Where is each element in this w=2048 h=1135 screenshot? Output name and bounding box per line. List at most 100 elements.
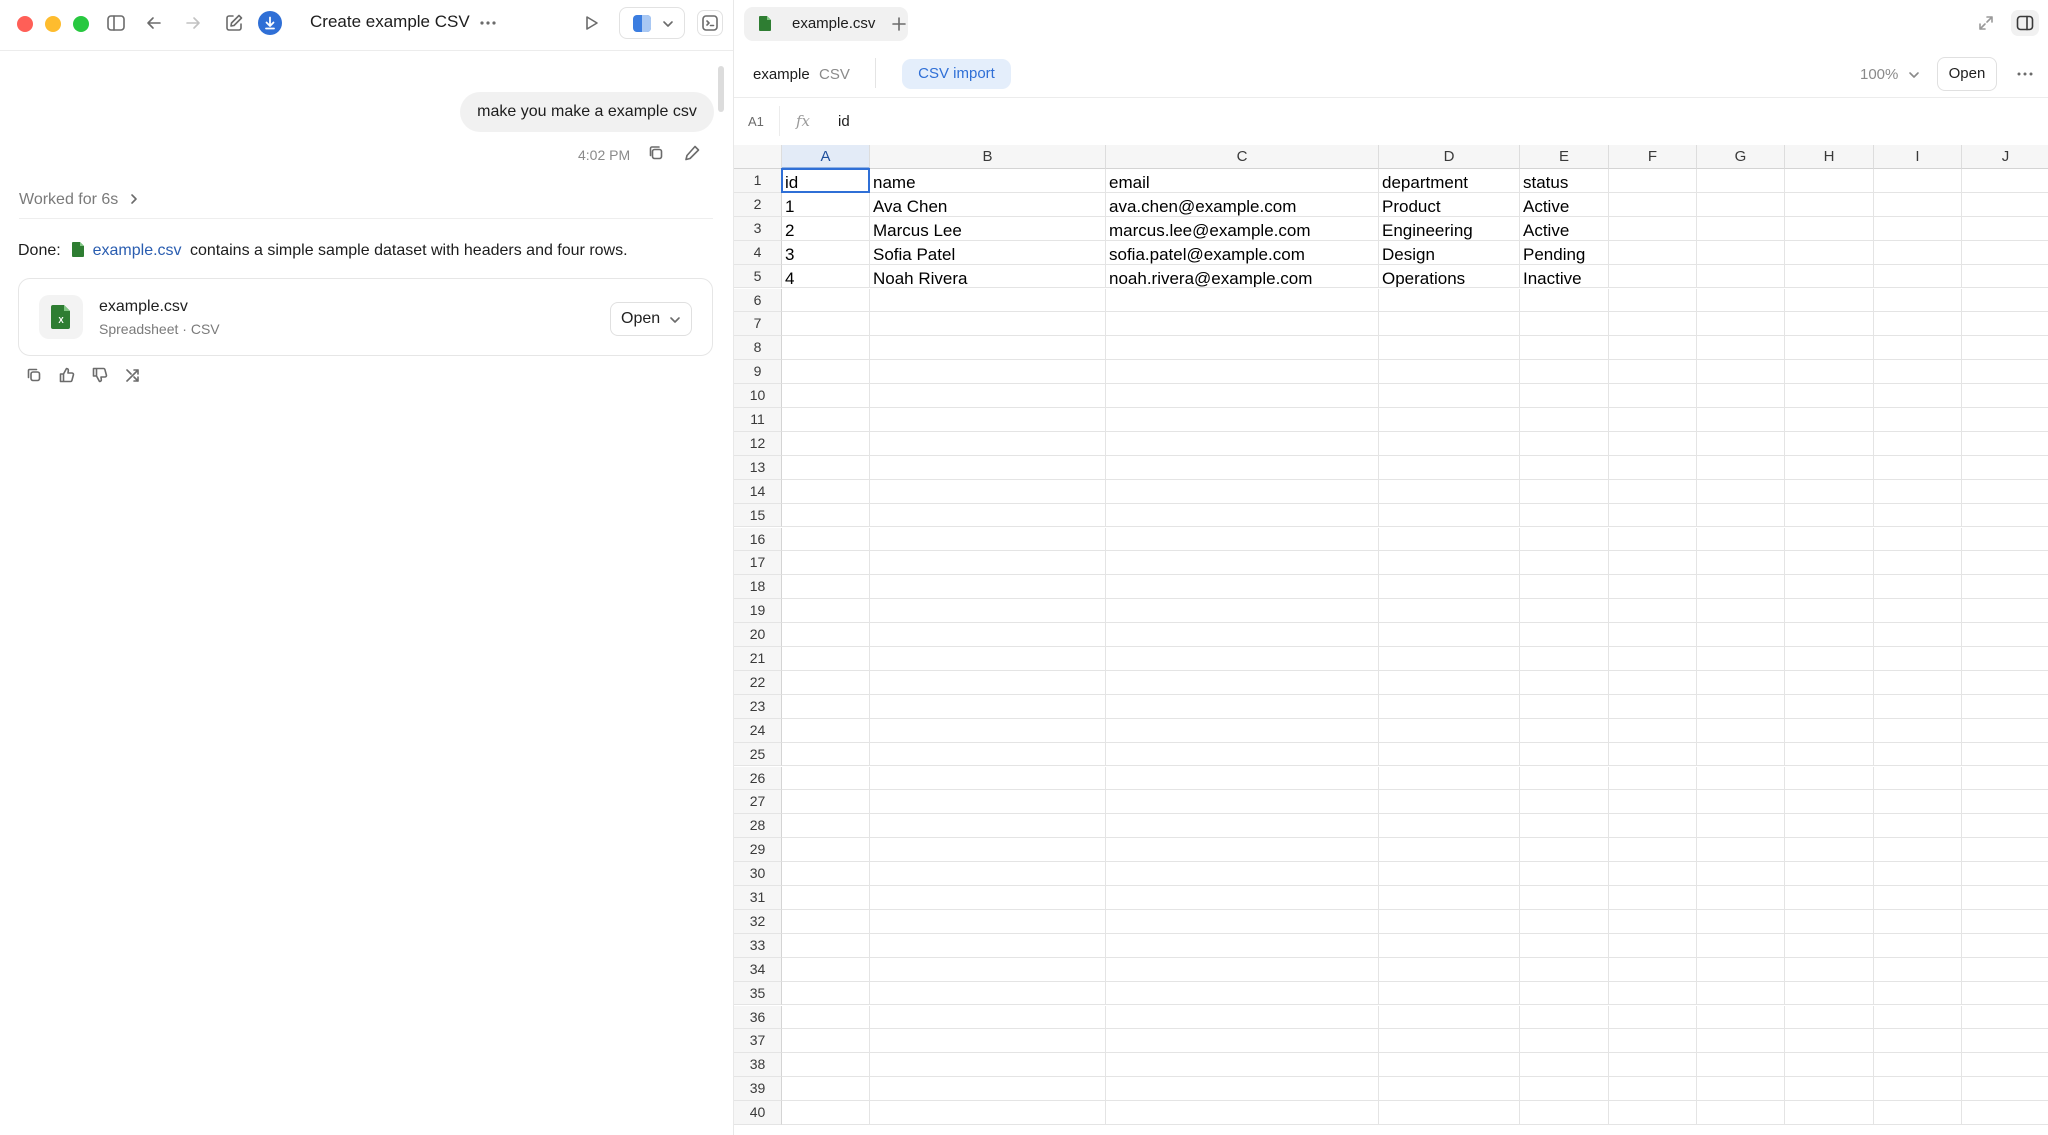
worked-for-toggle[interactable]: Worked for 6s: [19, 191, 139, 209]
cell-i35[interactable]: [1874, 981, 1962, 1006]
cell-g25[interactable]: [1697, 742, 1785, 767]
cell-j11[interactable]: [1962, 408, 2048, 432]
cell-j31[interactable]: [1962, 886, 2048, 910]
cell-i12[interactable]: [1874, 431, 1962, 456]
cell-g19[interactable]: [1697, 599, 1785, 624]
cell-a4[interactable]: 3: [782, 240, 870, 265]
cell-f22[interactable]: [1609, 670, 1697, 695]
cell-a2[interactable]: 1: [782, 192, 870, 217]
cell-g29[interactable]: [1697, 838, 1785, 863]
cell-e7[interactable]: [1520, 312, 1609, 337]
cell-a6[interactable]: [782, 288, 870, 313]
cell-f17[interactable]: [1609, 551, 1697, 576]
cell-a13[interactable]: [782, 455, 870, 480]
cell-c12[interactable]: [1106, 431, 1379, 456]
cell-i7[interactable]: [1874, 312, 1962, 337]
column-header-a[interactable]: A: [782, 145, 870, 169]
sidebar-toggle-icon[interactable]: [105, 12, 127, 34]
maximize-window-button[interactable]: [73, 16, 89, 32]
row-header[interactable]: 24: [734, 718, 782, 743]
cell-j28[interactable]: [1962, 814, 2048, 839]
cell-h13[interactable]: [1785, 455, 1874, 480]
cell-g35[interactable]: [1697, 981, 1785, 1006]
cell-e9[interactable]: [1520, 360, 1609, 385]
cell-b30[interactable]: [870, 862, 1106, 886]
cell-c10[interactable]: [1106, 384, 1379, 408]
cell-a37[interactable]: [782, 1029, 870, 1054]
cell-b10[interactable]: [870, 384, 1106, 408]
row-header[interactable]: 3: [734, 216, 782, 241]
row-header[interactable]: 27: [734, 790, 782, 815]
cell-c24[interactable]: [1106, 718, 1379, 743]
cell-c34[interactable]: [1106, 957, 1379, 982]
cell-i16[interactable]: [1874, 527, 1962, 552]
cell-j23[interactable]: [1962, 695, 2048, 719]
cell-j14[interactable]: [1962, 480, 2048, 504]
cell-j32[interactable]: [1962, 910, 2048, 934]
column-header-i[interactable]: I: [1874, 145, 1962, 169]
cell-c39[interactable]: [1106, 1077, 1379, 1102]
cell-c37[interactable]: [1106, 1029, 1379, 1054]
cell-a3[interactable]: 2: [782, 216, 870, 241]
cell-b36[interactable]: [870, 1005, 1106, 1030]
open-button[interactable]: Open: [1937, 57, 1997, 91]
cell-d34[interactable]: [1379, 957, 1520, 982]
row-header[interactable]: 10: [734, 384, 782, 408]
cell-h24[interactable]: [1785, 718, 1874, 743]
cell-e5[interactable]: Inactive: [1520, 264, 1609, 289]
cell-a38[interactable]: [782, 1053, 870, 1078]
row-header[interactable]: 30: [734, 862, 782, 886]
cell-d35[interactable]: [1379, 981, 1520, 1006]
cell-j15[interactable]: [1962, 504, 2048, 528]
cell-g17[interactable]: [1697, 551, 1785, 576]
cell-f12[interactable]: [1609, 431, 1697, 456]
cell-a27[interactable]: [782, 790, 870, 815]
row-header[interactable]: 39: [734, 1077, 782, 1102]
cell-f39[interactable]: [1609, 1077, 1697, 1102]
cell-g39[interactable]: [1697, 1077, 1785, 1102]
cell-e10[interactable]: [1520, 384, 1609, 408]
cell-j16[interactable]: [1962, 528, 2048, 552]
cell-i17[interactable]: [1874, 551, 1962, 576]
cell-e15[interactable]: [1520, 503, 1609, 528]
row-header[interactable]: 40: [734, 1101, 782, 1125]
cell-c14[interactable]: [1106, 479, 1379, 504]
cell-d8[interactable]: [1379, 336, 1520, 361]
cell-h3[interactable]: [1785, 216, 1874, 241]
cell-i13[interactable]: [1874, 455, 1962, 480]
cell-j30[interactable]: [1962, 862, 2048, 886]
copy-icon[interactable]: [646, 143, 666, 163]
cell-h30[interactable]: [1785, 862, 1874, 886]
chevron-down-icon[interactable]: [1907, 69, 1921, 81]
cell-e35[interactable]: [1520, 981, 1609, 1006]
cell-b3[interactable]: Marcus Lee: [870, 216, 1106, 241]
row-header[interactable]: 35: [734, 981, 782, 1006]
cell-d26[interactable]: [1379, 766, 1520, 791]
cell-c28[interactable]: [1106, 814, 1379, 839]
cell-e27[interactable]: [1520, 790, 1609, 815]
cell-e22[interactable]: [1520, 670, 1609, 695]
cell-j8[interactable]: [1962, 336, 2048, 361]
cell-f6[interactable]: [1609, 288, 1697, 313]
cell-c1[interactable]: email: [1106, 169, 1379, 193]
cell-h29[interactable]: [1785, 838, 1874, 863]
cell-b7[interactable]: [870, 312, 1106, 337]
cell-e37[interactable]: [1520, 1029, 1609, 1054]
cell-d31[interactable]: [1379, 886, 1520, 910]
cell-h10[interactable]: [1785, 384, 1874, 408]
row-header[interactable]: 8: [734, 336, 782, 361]
cell-g24[interactable]: [1697, 718, 1785, 743]
cell-i21[interactable]: [1874, 647, 1962, 671]
cell-d1[interactable]: department: [1379, 169, 1520, 193]
cell-a32[interactable]: [782, 909, 870, 934]
cell-j21[interactable]: [1962, 647, 2048, 671]
cell-h34[interactable]: [1785, 957, 1874, 982]
cell-e40[interactable]: [1520, 1101, 1609, 1125]
cell-f24[interactable]: [1609, 718, 1697, 743]
cell-f34[interactable]: [1609, 957, 1697, 982]
cell-a15[interactable]: [782, 503, 870, 528]
cell-j7[interactable]: [1962, 312, 2048, 337]
cell-d22[interactable]: [1379, 670, 1520, 695]
cell-h31[interactable]: [1785, 886, 1874, 910]
cell-a1[interactable]: id: [782, 169, 870, 193]
